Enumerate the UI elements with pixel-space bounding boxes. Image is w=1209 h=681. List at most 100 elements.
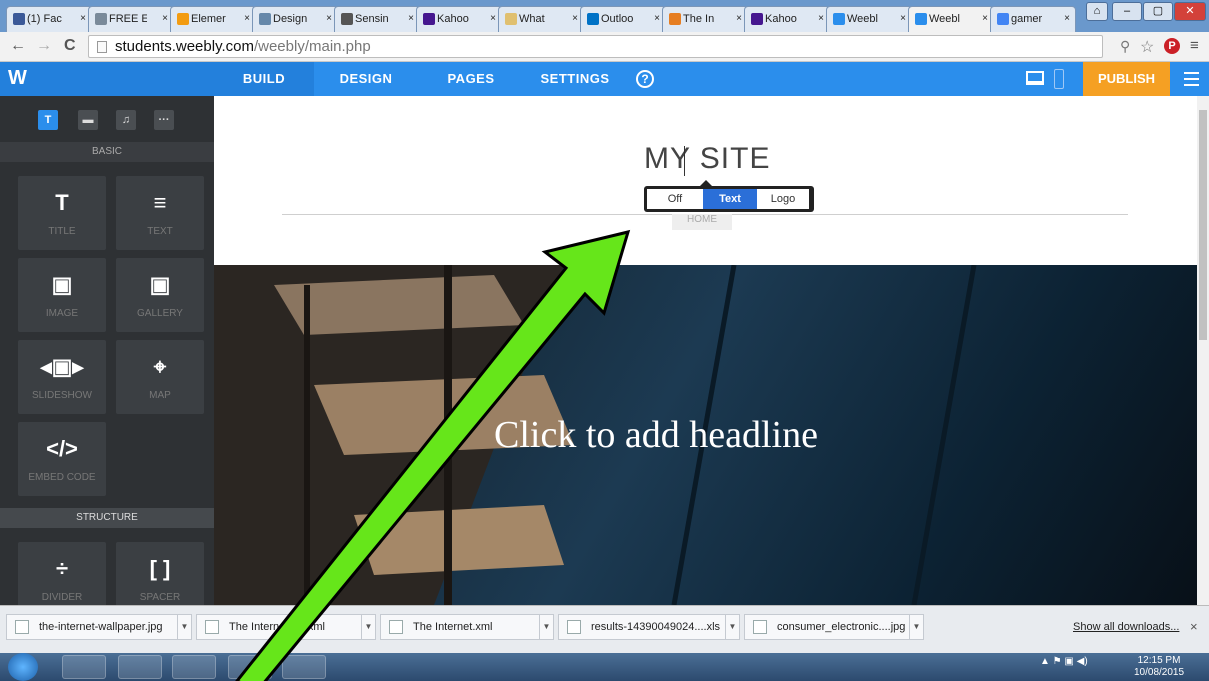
nav-home-link[interactable]: HOME — [672, 214, 732, 230]
element-divider[interactable]: ÷ DIVIDER — [18, 542, 106, 605]
tab-settings[interactable]: SETTINGS — [528, 62, 622, 96]
browser-tab[interactable]: Kahoo × — [416, 6, 502, 32]
pinterest-icon[interactable]: P — [1164, 38, 1180, 54]
tab-close-icon[interactable]: × — [654, 13, 660, 24]
browser-tab[interactable]: gamer × — [990, 6, 1076, 32]
browser-tab-strip: (1) Fac × FREE E × Elemer × Design × Sensin × Kaho… — [0, 0, 1209, 32]
toggle-text-button[interactable]: Text — [703, 189, 757, 209]
tab-pages[interactable]: PAGES — [426, 62, 516, 96]
maximize-button[interactable]: ▢ — [1143, 2, 1173, 21]
browser-tab[interactable]: Elemer × — [170, 6, 256, 32]
element-slideshow[interactable]: ◂▣▸ SLIDESHOW — [18, 340, 106, 414]
taskbar-clock[interactable]: 12:15 PM 10/08/2015 — [1134, 655, 1184, 679]
browser-tab[interactable]: What × — [498, 6, 584, 32]
browser-tab[interactable]: Kahoo × — [744, 6, 830, 32]
hero-banner[interactable]: Click to add headline — [214, 265, 1197, 605]
browser-tab[interactable]: FREE E × — [88, 6, 174, 32]
browser-tab[interactable]: Sensin × — [334, 6, 420, 32]
tab-title: Sensin — [355, 13, 389, 25]
tab-close-icon[interactable]: × — [982, 13, 988, 24]
download-item[interactable]: consumer_electronic....jpg ▼ — [744, 614, 924, 640]
download-menu-icon[interactable]: ▼ — [909, 615, 923, 639]
close-downloads-icon[interactable]: × — [1190, 619, 1198, 634]
element-gallery[interactable]: ▣ GALLERY — [116, 258, 204, 332]
element-map[interactable]: ⌖ MAP — [116, 340, 204, 414]
help-icon[interactable]: ? — [636, 70, 654, 88]
explorer-taskbar-icon[interactable] — [62, 655, 106, 679]
word-taskbar-icon[interactable] — [282, 655, 326, 679]
back-button[interactable]: ← — [10, 37, 26, 55]
url-field[interactable]: students.weebly.com/weebly/main.php — [88, 35, 1103, 58]
tab-close-icon[interactable]: × — [490, 13, 496, 24]
media-taskbar-icon[interactable] — [172, 655, 216, 679]
reload-button[interactable]: C — [64, 37, 76, 55]
account-icon[interactable]: ⌂ — [1086, 2, 1108, 21]
tab-close-icon[interactable]: × — [1064, 13, 1070, 24]
tab-close-icon[interactable]: × — [900, 13, 906, 24]
site-title[interactable]: MY SITE — [644, 142, 770, 176]
download-item[interactable]: The Internet (1).xml ▼ — [196, 614, 376, 640]
browser-tab[interactable]: Weebl × — [826, 6, 912, 32]
weebly-logo-icon[interactable]: W — [8, 67, 27, 90]
tab-design[interactable]: DESIGN — [318, 62, 414, 96]
file-icon — [15, 620, 29, 634]
download-item[interactable]: The Internet.xml ▼ — [380, 614, 554, 640]
tab-close-icon[interactable]: × — [244, 13, 250, 24]
tab-title: (1) Fac — [27, 13, 62, 25]
element-embed-code[interactable]: </> EMBED CODE — [18, 422, 106, 496]
bookmark-star-icon[interactable]: ☆ — [1140, 37, 1154, 57]
chrome-menu-icon[interactable]: ≡ — [1190, 37, 1199, 54]
chrome-taskbar-icon[interactable] — [118, 655, 162, 679]
start-button[interactable] — [8, 653, 38, 681]
media-category-icon[interactable]: ♫ — [116, 110, 136, 130]
show-all-downloads-link[interactable]: Show all downloads... — [1073, 621, 1179, 633]
extension-icon[interactable]: ⚲ — [1120, 38, 1130, 55]
element-image[interactable]: ▣ IMAGE — [18, 258, 106, 332]
minimize-button[interactable]: – — [1112, 2, 1142, 21]
file-icon — [753, 620, 767, 634]
downloads-bar: the-internet-wallpaper.jpg ▼ The Internet … — [0, 605, 1209, 653]
vertical-scrollbar[interactable] — [1197, 96, 1209, 605]
tab-build[interactable]: BUILD — [214, 62, 314, 96]
download-menu-icon[interactable]: ▼ — [361, 615, 375, 639]
download-item[interactable]: results-14390049024....xls ▼ — [558, 614, 740, 640]
tab-close-icon[interactable]: × — [162, 13, 168, 24]
download-item[interactable]: the-internet-wallpaper.jpg ▼ — [6, 614, 192, 640]
download-menu-icon[interactable]: ▼ — [177, 615, 191, 639]
browser-tab[interactable]: The In × — [662, 6, 748, 32]
scrollbar-thumb[interactable] — [1199, 110, 1207, 340]
facebook-icon — [13, 13, 25, 25]
hamburger-menu-icon[interactable] — [1184, 72, 1199, 86]
text-category-icon[interactable]: T — [38, 110, 58, 130]
close-window-button[interactable]: ✕ — [1174, 2, 1206, 21]
browser-tab[interactable]: Outloo × — [580, 6, 666, 32]
more-category-icon[interactable]: ··· — [154, 110, 174, 130]
tab-close-icon[interactable]: × — [572, 13, 578, 24]
element-text[interactable]: ≡ TEXT — [116, 176, 204, 250]
headline-text[interactable]: Click to add headline — [494, 413, 818, 457]
download-menu-icon[interactable]: ▼ — [725, 615, 739, 639]
url-host: students.weebly.com — [115, 38, 254, 55]
publish-button[interactable]: PUBLISH — [1083, 62, 1170, 96]
tab-close-icon[interactable]: × — [326, 13, 332, 24]
element-title[interactable]: T TITLE — [18, 176, 106, 250]
element-spacer[interactable]: [ ] SPACER — [116, 542, 204, 605]
tab-close-icon[interactable]: × — [408, 13, 414, 24]
desktop-view-icon[interactable] — [1026, 71, 1044, 85]
toggle-off-button[interactable]: Off — [647, 189, 703, 209]
toggle-logo-button[interactable]: Logo — [757, 189, 809, 209]
tab-close-icon[interactable]: × — [736, 13, 742, 24]
tab-close-icon[interactable]: × — [818, 13, 824, 24]
layout-category-icon[interactable]: ▬ — [78, 110, 98, 130]
system-tray-icons[interactable]: ▲ ⚑ ▣ ◀) — [1040, 656, 1088, 667]
tab-title: Elemer — [191, 13, 226, 25]
calculator-taskbar-icon[interactable] — [228, 655, 272, 679]
browser-tab[interactable]: (1) Fac × — [6, 6, 92, 32]
browser-tab[interactable]: Design × — [252, 6, 338, 32]
forward-button[interactable]: → — [36, 37, 52, 55]
outlook-icon — [587, 13, 599, 25]
browser-tab[interactable]: Weebl × — [908, 6, 994, 32]
mobile-view-icon[interactable] — [1054, 69, 1064, 89]
tab-close-icon[interactable]: × — [80, 13, 86, 24]
download-menu-icon[interactable]: ▼ — [539, 615, 553, 639]
